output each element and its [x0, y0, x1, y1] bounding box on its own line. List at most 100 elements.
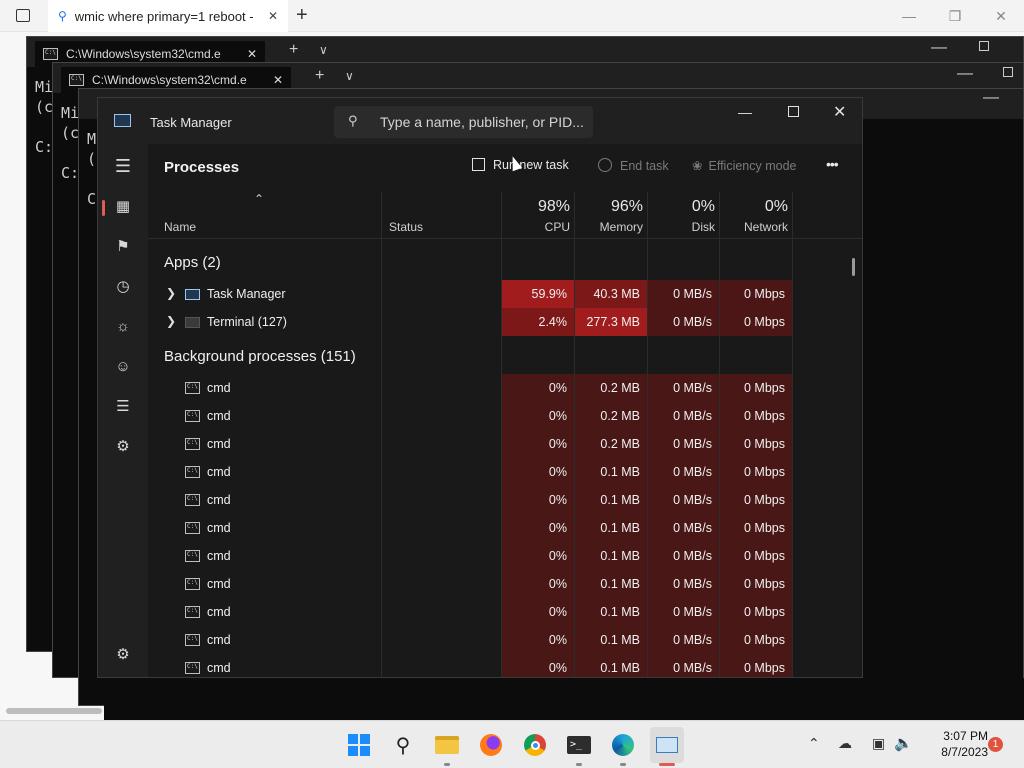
table-row[interactable]: cmd 0%0.1 MB0 MB/s0 Mbps [148, 626, 862, 654]
search-icon[interactable]: ⚲ [389, 731, 417, 759]
maximize-icon[interactable] [1003, 67, 1013, 77]
end-task-label: End task [620, 159, 669, 173]
chevron-down-icon[interactable]: ∨ [319, 43, 328, 57]
process-name: cmd [207, 493, 231, 507]
app-history-icon[interactable]: ◷ [111, 274, 135, 298]
notification-badge[interactable]: 1 [988, 737, 1003, 752]
new-tab-button[interactable]: + [289, 41, 298, 59]
expand-chevron-icon[interactable]: ❯ [166, 286, 176, 300]
maximize-icon[interactable] [979, 41, 989, 51]
leaf-icon: ❀ [692, 159, 703, 173]
close-icon[interactable]: ✕ [833, 102, 846, 122]
minimize-icon[interactable]: — [738, 104, 752, 120]
browser-tab-title: wmic where primary=1 reboot - [74, 8, 254, 24]
table-row[interactable]: cmd 0%0.1 MB0 MB/s0 Mbps [148, 514, 862, 542]
column-name[interactable]: Name [164, 220, 196, 234]
file-explorer-icon[interactable] [433, 731, 461, 759]
disk-cell: 0 MB/s [648, 598, 719, 626]
minimize-icon[interactable]: — [886, 0, 932, 32]
search-input[interactable]: Type a name, publisher, or PID... [380, 114, 584, 130]
expand-chevron-icon[interactable]: ❯ [166, 314, 176, 328]
table-row[interactable]: cmd 0%0.1 MB0 MB/s0 Mbps [148, 542, 862, 570]
minimize-icon[interactable]: — [957, 65, 973, 83]
terminal-tab-title: C:\Windows\system32\cmd.e [92, 73, 247, 87]
windows-start-icon[interactable] [345, 731, 373, 759]
users-icon[interactable]: ☺ [111, 354, 135, 378]
column-status[interactable]: Status [389, 220, 423, 234]
column-cpu-pct[interactable]: 98% [502, 198, 570, 216]
close-tab-icon[interactable]: ✕ [273, 73, 283, 87]
task-manager-titlebar: Task Manager ⚲ Type a name, publisher, o… [98, 98, 862, 144]
startup-apps-icon[interactable]: ☼ [111, 314, 135, 338]
terminal-app-icon [185, 317, 200, 328]
table-row[interactable]: cmd 0%0.2 MB0 MB/s0 Mbps [148, 430, 862, 458]
new-tab-button[interactable]: + [296, 4, 308, 27]
edge-icon[interactable] [609, 731, 637, 759]
close-tab-icon[interactable]: ✕ [268, 9, 278, 23]
table-row[interactable]: cmd 0%0.1 MB0 MB/s0 Mbps [148, 458, 862, 486]
table-row[interactable]: cmd 0%0.1 MB0 MB/s0 Mbps [148, 486, 862, 514]
new-tab-button[interactable]: + [315, 67, 324, 85]
cpu-cell: 0% [502, 430, 574, 458]
network-icon[interactable]: ▣ [872, 735, 885, 752]
terminal-icon[interactable]: >_ [565, 731, 593, 759]
search-box[interactable]: ⚲ Type a name, publisher, or PID... [334, 106, 593, 138]
browser-scrollbar[interactable] [6, 708, 102, 714]
show-hidden-icons-chevron-icon[interactable]: ⌃ [808, 735, 820, 752]
table-row[interactable]: cmd 0%0.1 MB0 MB/s0 Mbps [148, 598, 862, 626]
close-tab-icon[interactable]: ✕ [247, 47, 257, 61]
sort-arrow-icon[interactable]: ⌃ [254, 192, 264, 206]
task-manager-icon[interactable] [650, 727, 684, 763]
sidebar-toggle-icon[interactable] [16, 9, 30, 22]
cmd-icon [185, 578, 200, 590]
cpu-cell: 0% [502, 514, 574, 542]
disk-cell: 0 MB/s [648, 430, 719, 458]
network-cell: 0 Mbps [720, 374, 792, 402]
minimize-icon[interactable]: — [931, 39, 947, 57]
firefox-icon[interactable] [477, 731, 505, 759]
column-memory[interactable]: Memory [575, 220, 643, 234]
chevron-down-icon[interactable]: ∨ [345, 69, 354, 83]
page-title: Processes [164, 159, 240, 176]
table-row[interactable]: cmd 0%0.2 MB0 MB/s0 Mbps [148, 402, 862, 430]
table-row[interactable]: cmd 0%0.2 MB0 MB/s0 Mbps [148, 374, 862, 402]
hamburger-menu-icon[interactable]: ☰ [111, 154, 135, 178]
volume-icon[interactable]: 🔈 [894, 734, 913, 752]
process-name: cmd [207, 409, 231, 423]
efficiency-mode-label: Efficiency mode [708, 159, 797, 173]
clock[interactable]: 3:07 PM 8/7/2023 [920, 728, 988, 760]
settings-icon[interactable]: ⚙ [111, 642, 135, 666]
processes-icon[interactable]: ▦ [111, 194, 135, 218]
chrome-icon[interactable] [521, 731, 549, 759]
end-task-button[interactable]: End task [598, 158, 669, 173]
services-icon[interactable]: ⚙ [111, 434, 135, 458]
more-options-button[interactable]: ••• [826, 156, 839, 172]
process-name: Task Manager [207, 287, 286, 301]
table-row[interactable]: ❯ Task Manager 59.9% 40.3 MB 0 MB/s 0 Mb… [148, 280, 862, 308]
column-network[interactable]: Network [720, 220, 788, 234]
onedrive-icon[interactable]: ☁ [838, 735, 852, 752]
table-row[interactable]: cmd 0%0.1 MB0 MB/s0 Mbps [148, 654, 862, 677]
table-row[interactable]: ❯ Terminal (127) 2.4% 277.3 MB 0 MB/s 0 … [148, 308, 862, 336]
column-disk[interactable]: Disk [648, 220, 715, 234]
terminal-output: Mi (c C: [35, 78, 54, 156]
efficiency-mode-button[interactable]: ❀ Efficiency mode [692, 158, 797, 173]
restore-icon[interactable]: ❐ [932, 0, 978, 32]
minimize-icon[interactable]: — [983, 89, 999, 107]
browser-tab[interactable]: ⚲ wmic where primary=1 reboot - ✕ [48, 0, 288, 32]
disk-cell: 0 MB/s [648, 280, 719, 308]
column-cpu[interactable]: CPU [502, 220, 570, 234]
column-disk-pct[interactable]: 0% [648, 198, 715, 216]
memory-cell: 0.1 MB [575, 570, 647, 598]
close-icon[interactable]: ✕ [978, 0, 1024, 32]
column-network-pct[interactable]: 0% [720, 198, 788, 216]
table-row[interactable]: cmd 0%0.1 MB0 MB/s0 Mbps [148, 570, 862, 598]
performance-icon[interactable]: ⚑ [111, 234, 135, 258]
details-icon[interactable]: ☰ [111, 394, 135, 418]
maximize-icon[interactable] [788, 106, 799, 117]
memory-cell: 0.2 MB [575, 402, 647, 430]
process-name: cmd [207, 577, 231, 591]
cpu-cell: 0% [502, 458, 574, 486]
column-memory-pct[interactable]: 96% [575, 198, 643, 216]
run-new-task-icon [472, 158, 485, 171]
